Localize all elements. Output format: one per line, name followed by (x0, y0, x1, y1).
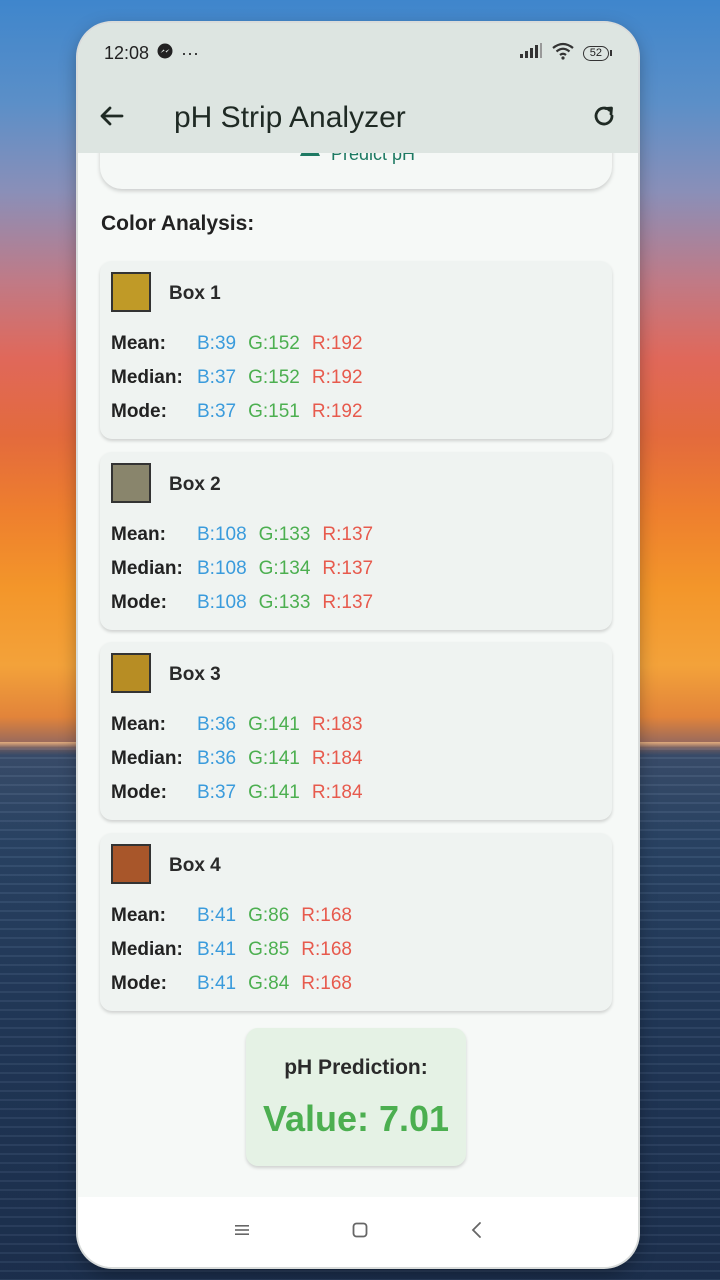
green-value: G:141 (248, 782, 300, 803)
red-value: R:192 (311, 367, 363, 388)
stat-row-mean: Mean: B:39 G:152 R:192 (111, 330, 363, 358)
phone-screen: 12:08 ··· 52 pH Strip Analyzer Predict p… (78, 23, 638, 1267)
blue-value: B:108 (197, 558, 247, 579)
stat-label: Mean: (111, 905, 166, 926)
green-value: G:141 (248, 748, 300, 769)
color-analysis-title: Color Analysis: (101, 212, 255, 235)
stat-label: Mode: (111, 401, 167, 422)
blue-value: B:37 (197, 401, 237, 422)
blue-value: B:108 (197, 592, 247, 613)
blue-value: B:37 (197, 782, 237, 803)
color-swatch (111, 653, 151, 693)
stat-row-median: Median: B:108 G:134 R:137 (111, 555, 373, 583)
color-swatch (111, 272, 151, 312)
blue-value: B:108 (197, 524, 247, 545)
red-value: R:168 (301, 973, 352, 994)
stat-row-median: Median: B:41 G:85 R:168 (111, 936, 352, 964)
blue-value: B:41 (197, 905, 237, 926)
green-value: G:85 (248, 939, 290, 960)
stat-row-mode: Mode: B:108 G:133 R:137 (111, 589, 373, 617)
blue-value: B:37 (197, 367, 237, 388)
red-value: R:192 (311, 333, 363, 354)
predict-ph-button[interactable]: Predict pH (100, 153, 612, 189)
predict-ph-label: Predict pH (330, 153, 416, 164)
red-value: R:184 (311, 782, 363, 803)
messenger-icon (157, 43, 173, 64)
ph-prediction-value: Value: 7.01 (262, 1098, 450, 1139)
box-name: Box 2 (169, 474, 221, 495)
green-value: G:133 (258, 592, 311, 613)
stat-row-mean: Mean: B:108 G:133 R:137 (111, 521, 373, 549)
stat-label: Mode: (111, 973, 167, 994)
status-left: 12:08 ··· (104, 43, 199, 64)
status-right: 52 (519, 42, 612, 65)
stat-row-mean: Mean: B:41 G:86 R:168 (111, 902, 352, 930)
blue-value: B:41 (197, 973, 237, 994)
red-value: R:192 (311, 401, 363, 422)
green-value: G:141 (248, 714, 300, 735)
refresh-icon[interactable] (590, 102, 618, 135)
stat-label: Mean: (111, 333, 166, 354)
stat-label: Mean: (111, 714, 166, 735)
blue-value: B:36 (197, 748, 237, 769)
color-box-card: Box 1 Mean: B:39 G:152 R:192 Median: B:3… (100, 261, 612, 439)
flask-icon (297, 153, 323, 165)
red-value: R:137 (322, 524, 374, 545)
color-swatch (111, 844, 151, 884)
stat-label: Median: (111, 367, 183, 388)
blue-value: B:39 (197, 333, 237, 354)
green-value: G:134 (258, 558, 311, 579)
green-value: G:152 (248, 333, 300, 354)
stat-label: Mode: (111, 592, 167, 613)
ph-prediction-card: pH Prediction: Value: 7.01 (246, 1028, 466, 1166)
red-value: R:137 (322, 558, 374, 579)
blue-value: B:36 (197, 714, 237, 735)
stat-label: Mode: (111, 782, 167, 803)
stat-row-mode: Mode: B:37 G:151 R:192 (111, 398, 363, 426)
green-value: G:86 (248, 905, 290, 926)
more-notifications: ··· (181, 42, 200, 63)
stat-label: Mean: (111, 524, 166, 545)
color-box-card: Box 4 Mean: B:41 G:86 R:168 Median: B:41… (100, 833, 612, 1011)
color-box-card: Box 2 Mean: B:108 G:133 R:137 Median: B:… (100, 452, 612, 630)
app-bar: pH Strip Analyzer (78, 83, 638, 153)
red-value: R:137 (322, 592, 374, 613)
back-nav-icon[interactable] (470, 1221, 482, 1244)
color-swatch (111, 463, 151, 503)
status-time: 12:08 (104, 42, 150, 63)
box-name: Box 4 (169, 855, 221, 876)
stat-row-mode: Mode: B:41 G:84 R:168 (111, 970, 352, 998)
back-arrow-icon[interactable] (98, 102, 126, 135)
stat-label: Median: (111, 558, 183, 579)
stat-row-mode: Mode: B:37 G:141 R:184 (111, 779, 363, 807)
stat-row-mean: Mean: B:36 G:141 R:183 (111, 711, 363, 739)
stat-label: Median: (111, 748, 183, 769)
color-box-card: Box 3 Mean: B:36 G:141 R:183 Median: B:3… (100, 642, 612, 820)
red-value: R:168 (301, 939, 352, 960)
box-name: Box 3 (169, 664, 221, 685)
stat-row-median: Median: B:36 G:141 R:184 (111, 745, 363, 773)
green-value: G:133 (258, 524, 311, 545)
signal-icon (519, 42, 543, 64)
battery-level: 52 (589, 46, 602, 59)
box-name: Box 1 (169, 283, 221, 304)
wifi-icon (551, 42, 575, 65)
ph-prediction-title: pH Prediction: (284, 1056, 428, 1079)
green-value: G:152 (248, 367, 300, 388)
green-value: G:151 (248, 401, 300, 422)
stat-row-median: Median: B:37 G:152 R:192 (111, 364, 363, 392)
stat-label: Median: (111, 939, 183, 960)
scroll-content[interactable]: Predict pH Color Analysis: Box 1 Mean: B… (78, 153, 638, 1221)
battery-icon: 52 (582, 45, 612, 61)
system-nav-bar (78, 1197, 638, 1267)
app-title: pH Strip Analyzer (174, 101, 406, 134)
green-value: G:84 (248, 973, 290, 994)
home-icon[interactable] (352, 1222, 368, 1243)
recents-icon[interactable] (234, 1223, 250, 1242)
red-value: R:168 (301, 905, 352, 926)
red-value: R:183 (311, 714, 363, 735)
red-value: R:184 (311, 748, 363, 769)
status-bar: 12:08 ··· 52 (78, 23, 638, 83)
blue-value: B:41 (197, 939, 237, 960)
